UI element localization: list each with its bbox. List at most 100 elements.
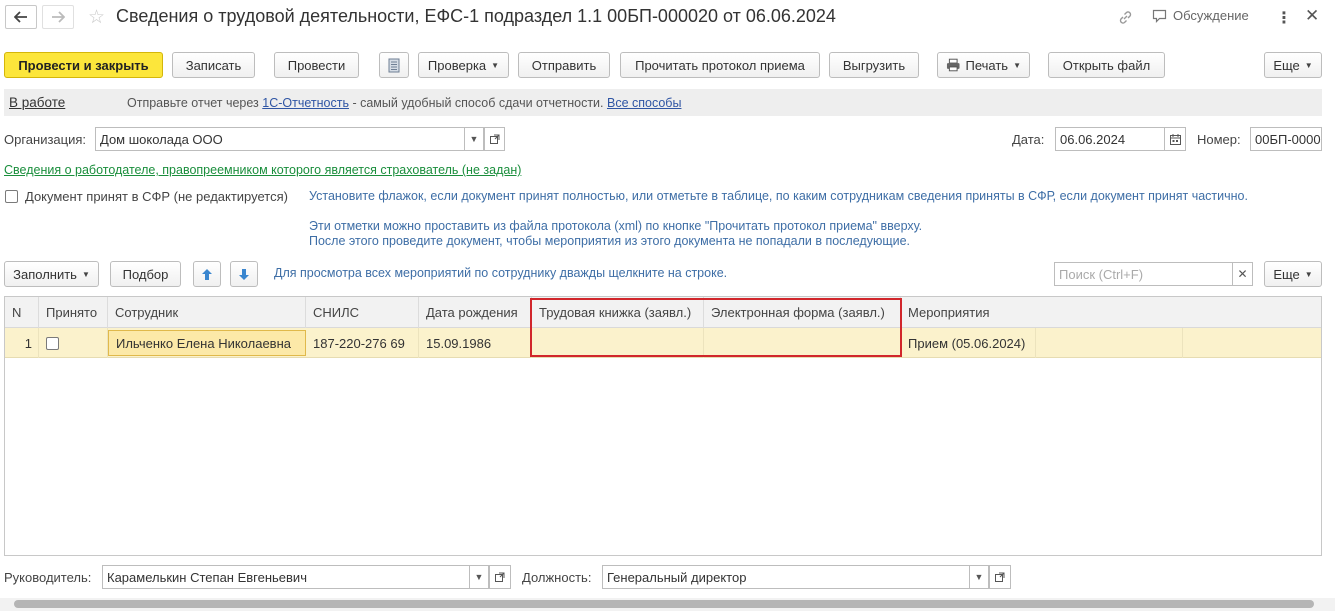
cell-snils: 187-220-276 69 (306, 328, 419, 358)
chevron-down-icon: ▼ (469, 134, 479, 144)
chevron-down-icon: ▼ (1013, 60, 1021, 70)
hint-text-2: Эти отметки можно проставить из файла пр… (309, 219, 923, 233)
arrow-up-icon (202, 268, 212, 280)
highlight-frame (530, 298, 902, 357)
write-label: Записать (185, 57, 242, 73)
select-label: Подбор (122, 266, 169, 282)
info-text-middle: - самый удобный способ сдачи отчетности. (348, 96, 607, 110)
organization-open-button[interactable] (484, 127, 505, 151)
write-button[interactable]: Записать (172, 52, 255, 78)
move-up-button[interactable] (193, 261, 221, 287)
open-window-icon (995, 572, 1005, 582)
forward-button[interactable] (42, 5, 74, 29)
chevron-down-icon: ▼ (474, 572, 484, 582)
position-open-button[interactable] (989, 565, 1011, 589)
position-label: Должность: (522, 570, 592, 585)
search-placeholder: Поиск (Ctrl+F) (1059, 266, 1144, 282)
organization-field[interactable]: Дом шоколада ООО (95, 127, 465, 151)
more-button[interactable]: Еще ▼ (1264, 52, 1322, 78)
checkbox-box (5, 190, 18, 203)
column-header-accepted[interactable]: Принято (39, 297, 108, 328)
post-button[interactable]: Провести (274, 52, 359, 78)
fill-label: Заполнить (13, 266, 77, 282)
open-file-label: Открыть файл (1062, 57, 1151, 73)
read-protocol-label: Прочитать протокол приема (635, 57, 805, 73)
column-header-employee[interactable]: Сотрудник (108, 297, 306, 328)
post-and-close-button[interactable]: Провести и закрыть (4, 52, 163, 78)
chevron-down-icon: ▼ (1304, 269, 1313, 279)
check-label: Проверка (427, 57, 487, 73)
link-icon[interactable] (1117, 9, 1134, 29)
print-dropdown-button[interactable]: Печать ▼ (937, 52, 1030, 78)
document-journal-button[interactable] (379, 52, 409, 78)
read-protocol-button[interactable]: Прочитать протокол приема (620, 52, 820, 78)
back-button[interactable] (5, 5, 37, 29)
cell-employee[interactable]: Ильченко Елена Николаевна (108, 330, 306, 356)
organization-dropdown-button[interactable]: ▼ (464, 127, 484, 151)
all-methods-link[interactable]: Все способы (607, 96, 681, 110)
scrollbar-thumb[interactable] (14, 600, 1314, 608)
calendar-button[interactable] (1164, 127, 1186, 151)
status-link[interactable]: В работе (9, 95, 65, 110)
head-dropdown-button[interactable]: ▼ (469, 565, 489, 589)
send-label: Отправить (531, 57, 597, 73)
info-text-before: Отправьте отчет через (127, 96, 263, 110)
arrow-down-icon (239, 268, 249, 280)
accepted-checkbox[interactable] (5, 190, 18, 206)
table-more-button[interactable]: Еще ▼ (1264, 261, 1322, 287)
list-doc-icon (388, 58, 400, 72)
close-icon: ✕ (1237, 267, 1248, 281)
column-header-n[interactable]: N (5, 297, 39, 328)
head-field[interactable]: Карамелькин Степан Евгеньевич (102, 565, 470, 589)
column-header-events[interactable]: Мероприятия (901, 297, 1321, 328)
more-vertical-icon[interactable]: ⋮ (1276, 8, 1292, 28)
arrow-left-icon (14, 11, 27, 23)
date-field[interactable]: 06.06.2024 (1055, 127, 1165, 151)
export-label: Выгрузить (842, 57, 906, 73)
position-value: Генеральный директор (607, 569, 747, 585)
export-button[interactable]: Выгрузить (829, 52, 919, 78)
cell-empty (1036, 328, 1183, 358)
info-message: Отправьте отчет через 1С-Отчетность - са… (127, 96, 681, 110)
head-label: Руководитель: (4, 570, 92, 585)
chevron-down-icon: ▼ (1304, 60, 1313, 70)
open-file-button[interactable]: Открыть файл (1048, 52, 1165, 78)
discussion-button[interactable]: Обсуждение (1152, 8, 1249, 23)
search-clear-button[interactable]: ✕ (1232, 262, 1253, 286)
position-dropdown-button[interactable]: ▼ (969, 565, 989, 589)
hint-text-3: После этого проведите документ, чтобы ме… (309, 234, 911, 248)
column-header-snils[interactable]: СНИЛС (306, 297, 419, 328)
row-accepted-checkbox[interactable] (46, 336, 59, 350)
close-icon[interactable]: ✕ (1305, 6, 1319, 26)
table-more-label: Еще (1273, 266, 1300, 282)
check-dropdown-button[interactable]: Проверка ▼ (418, 52, 509, 78)
column-header-birthdate[interactable]: Дата рождения (419, 297, 532, 328)
organization-label: Организация: (4, 132, 87, 147)
cell-birthdate: 15.09.1986 (419, 328, 532, 358)
fill-dropdown-button[interactable]: Заполнить ▼ (4, 261, 99, 287)
reporting-service-link[interactable]: 1С-Отчетность (262, 96, 349, 110)
date-label: Дата: (1012, 132, 1045, 147)
position-field[interactable]: Генеральный директор (602, 565, 970, 589)
open-window-icon (495, 572, 505, 582)
chevron-down-icon: ▼ (974, 572, 984, 582)
cell-events: Прием (05.06.2024) (901, 328, 1036, 358)
post-and-close-label: Провести и закрыть (18, 57, 149, 73)
info-bar: В работе Отправьте отчет через 1С-Отчетн… (4, 89, 1322, 116)
organization-value: Дом шоколада ООО (100, 131, 223, 147)
employer-info-link[interactable]: Сведения о работодателе, правопреемником… (4, 163, 521, 177)
search-input[interactable]: Поиск (Ctrl+F) (1054, 262, 1233, 286)
open-window-icon (489, 134, 499, 144)
number-field[interactable]: 00БП-000020 (1250, 127, 1322, 151)
date-value: 06.06.2024 (1060, 131, 1126, 147)
send-button[interactable]: Отправить (518, 52, 610, 78)
move-down-button[interactable] (230, 261, 258, 287)
select-button[interactable]: Подбор (110, 261, 181, 287)
head-open-button[interactable] (489, 565, 511, 589)
printer-icon (946, 58, 960, 72)
accepted-label: Документ принят в СФР (не редактируется) (25, 189, 288, 204)
cell-n: 1 (5, 328, 39, 358)
favorite-star-icon[interactable]: ☆ (88, 6, 105, 29)
cell-accepted[interactable] (39, 328, 108, 358)
print-label: Печать (965, 57, 1009, 73)
